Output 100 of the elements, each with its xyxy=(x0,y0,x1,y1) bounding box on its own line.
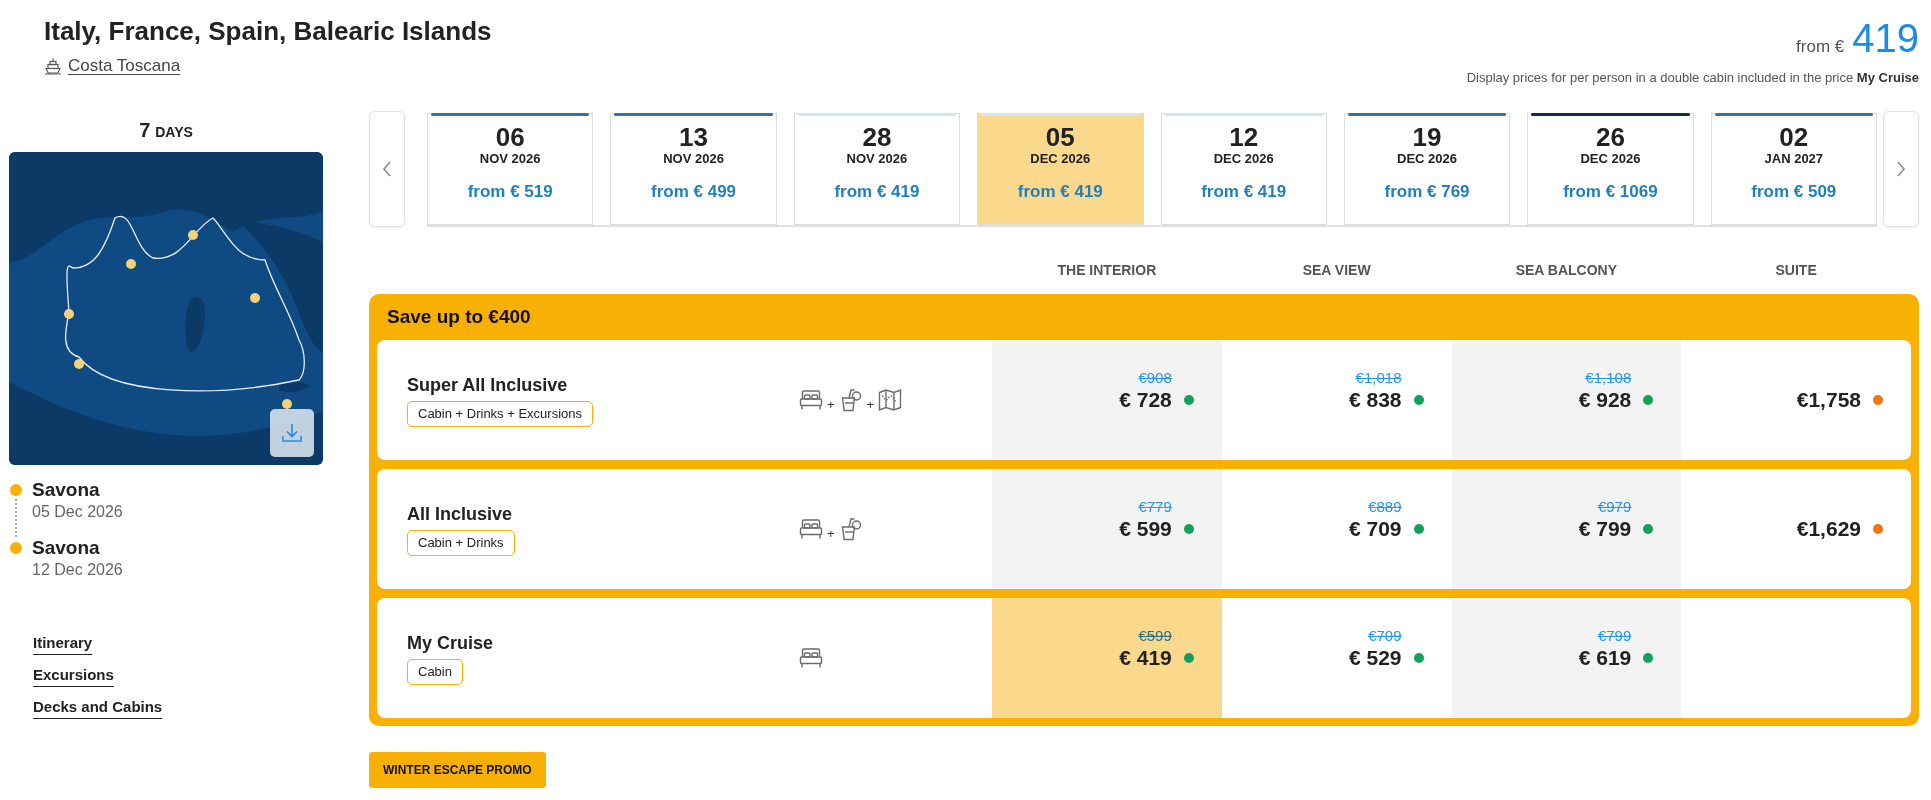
date-price: from € 419 xyxy=(1017,181,1103,203)
price-cell[interactable]: €908 € 728 xyxy=(992,340,1222,460)
date-month: NOV 2026 xyxy=(663,151,724,167)
price-cell[interactable]: €979 € 799 xyxy=(1451,469,1682,589)
price-cell[interactable]: €1,018 € 838 xyxy=(1221,340,1452,460)
bed-icon xyxy=(799,647,823,669)
date-price: from € 519 xyxy=(467,181,553,203)
stop-port: Savona xyxy=(32,479,101,501)
fare-price: € 529 xyxy=(1348,645,1402,671)
date-card[interactable]: 19 DEC 2026 from € 769 xyxy=(1343,113,1511,225)
old-price: €599 xyxy=(1138,627,1172,645)
stop-dot-icon xyxy=(10,542,22,554)
price-cell[interactable]: €1,758 xyxy=(1681,340,1911,460)
package-tag: Cabin + Drinks xyxy=(407,529,515,556)
price-cell[interactable]: €599 € 419 xyxy=(992,598,1222,718)
promo-title: Save up to €400 xyxy=(386,305,532,329)
date-month: NOV 2026 xyxy=(846,151,908,167)
fare-price: €1,758 xyxy=(1796,387,1861,413)
bed-icon xyxy=(799,389,823,411)
duration-unit: DAYS xyxy=(155,124,193,140)
section-link[interactable]: Itinerary xyxy=(33,631,93,654)
old-price: €779 xyxy=(1138,498,1172,516)
previous-button[interactable] xyxy=(369,111,405,227)
next-button[interactable] xyxy=(1883,111,1919,227)
bed-icon xyxy=(799,518,823,540)
fare-price: € 728 xyxy=(1119,387,1172,413)
date-price: from € 499 xyxy=(651,181,737,203)
old-price: €1,108 xyxy=(1585,369,1632,387)
date-day: 19 xyxy=(1412,123,1442,151)
date-month: DEC 2026 xyxy=(1213,151,1274,167)
old-price: €709 xyxy=(1368,627,1402,645)
date-price: from € 509 xyxy=(1751,181,1837,203)
date-card[interactable]: 02 JAN 2027 from € 509 xyxy=(1710,113,1877,225)
fare-price: € 928 xyxy=(1578,387,1632,413)
date-card[interactable]: 28 NOV 2026 from € 419 xyxy=(793,113,961,225)
from-label: from € xyxy=(1796,37,1845,57)
chevron-left-icon xyxy=(382,161,392,177)
chevron-right-icon xyxy=(1896,161,1906,177)
date-price: from € 419 xyxy=(1201,181,1287,203)
column-heading: THE INTERIOR xyxy=(1056,261,1158,280)
download-button[interactable] xyxy=(270,409,314,457)
fare-price: € 599 xyxy=(1119,516,1172,542)
plus-sign: + xyxy=(827,526,835,541)
old-price: €1,018 xyxy=(1355,369,1402,387)
section-link[interactable]: Excursions xyxy=(33,663,114,686)
price-cell[interactable]: €1,108 € 928 xyxy=(1451,340,1682,460)
price-cell[interactable]: €889 € 709 xyxy=(1221,469,1452,589)
date-day: 12 xyxy=(1229,123,1259,151)
stop-date: 12 Dec 2026 xyxy=(32,560,124,580)
fare-price: € 619 xyxy=(1578,645,1632,671)
date-price: from € 419 xyxy=(834,181,920,203)
date-day: 26 xyxy=(1595,123,1625,151)
price-cell[interactable]: €779 € 599 xyxy=(992,469,1222,589)
column-heading: SEA BALCONY xyxy=(1514,261,1619,280)
fare-price: € 419 xyxy=(1119,645,1172,671)
date-month: DEC 2026 xyxy=(1030,151,1091,167)
fare-price: € 799 xyxy=(1578,516,1632,542)
package-tag: Cabin + Drinks + Excursions xyxy=(407,400,593,427)
date-day: 28 xyxy=(862,123,892,151)
date-day: 06 xyxy=(495,123,525,151)
from-price: 419 xyxy=(1852,16,1919,60)
old-price: €889 xyxy=(1368,498,1402,516)
date-card[interactable]: 12 DEC 2026 from € 419 xyxy=(1160,113,1327,225)
map-icon xyxy=(878,388,903,412)
ship-icon xyxy=(44,57,62,75)
plus-sign: + xyxy=(827,397,835,412)
column-heading: SUITE xyxy=(1774,261,1818,280)
date-day: 13 xyxy=(679,123,708,151)
date-month: DEC 2026 xyxy=(1397,151,1458,167)
cruise-title: Italy, France, Spain, Balearic Islands xyxy=(44,15,492,48)
stop-port: Savona xyxy=(32,537,101,559)
column-heading: SEA VIEW xyxy=(1301,261,1372,280)
promo-button[interactable]: WINTER ESCAPE PROMO xyxy=(369,752,546,788)
date-month: NOV 2026 xyxy=(479,151,541,167)
date-card[interactable]: 13 NOV 2026 from € 499 xyxy=(610,113,777,225)
plus-sign: + xyxy=(866,397,875,412)
download-icon xyxy=(281,422,303,444)
date-price: from € 769 xyxy=(1384,181,1470,203)
date-card[interactable]: 06 NOV 2026 from € 519 xyxy=(427,113,594,225)
date-day: 05 xyxy=(1045,123,1075,151)
old-price: €908 xyxy=(1138,369,1172,387)
package-name: My Cruise xyxy=(407,631,494,654)
date-month: JAN 2027 xyxy=(1764,151,1824,167)
fare-price: €1,629 xyxy=(1796,516,1861,542)
ship-link[interactable]: Costa Toscana xyxy=(44,56,181,76)
fare-price: € 838 xyxy=(1348,387,1402,413)
date-card[interactable]: 26 DEC 2026 from € 1069 xyxy=(1527,113,1694,225)
package-name: Super All Inclusive xyxy=(407,373,568,396)
old-price: €799 xyxy=(1597,627,1632,645)
date-price: from € 1069 xyxy=(1563,181,1658,203)
stop-date: 05 Dec 2026 xyxy=(32,502,124,522)
price-cell[interactable]: €799 € 619 xyxy=(1451,598,1682,718)
section-link[interactable]: Decks and Cabins xyxy=(33,695,163,718)
date-card[interactable]: 05 DEC 2026 from € 419 xyxy=(977,113,1144,225)
package-tag: Cabin xyxy=(407,658,463,685)
price-cell[interactable]: €709 € 529 xyxy=(1221,598,1452,718)
stop-dot-icon xyxy=(10,484,22,496)
price-note: Display prices for per person in a double cabin included in the price My Cruise xyxy=(1466,70,1919,85)
package-name: All Inclusive xyxy=(407,502,513,525)
price-cell[interactable]: €1,629 xyxy=(1681,469,1911,589)
